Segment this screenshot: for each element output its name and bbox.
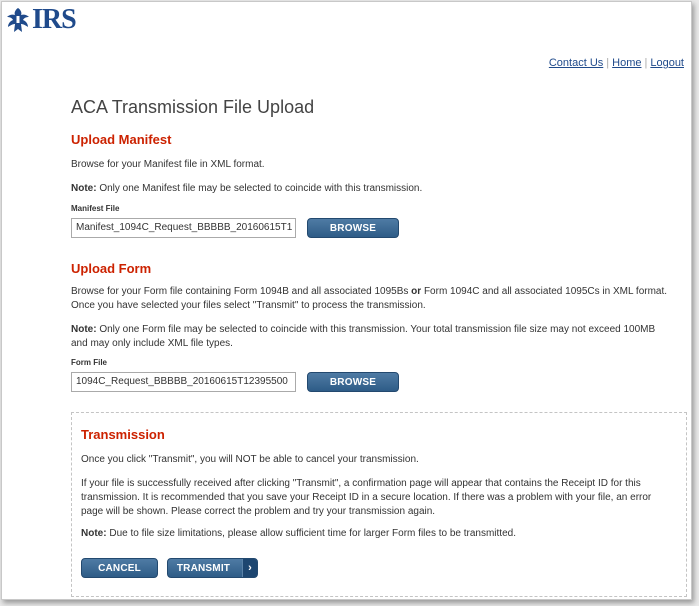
home-link[interactable]: Home xyxy=(612,57,641,69)
form-intro-part1: Browse for your Form file containing For… xyxy=(71,286,412,297)
cancel-button[interactable]: CANCEL xyxy=(81,558,158,578)
form-heading: Upload Form xyxy=(71,261,152,276)
form-file-label: Form File xyxy=(71,358,108,367)
transmission-note-text: Due to file size limitations, please all… xyxy=(106,528,516,539)
manifest-note: Note: Only one Manifest file may be sele… xyxy=(71,182,422,196)
transmission-note: Note: Due to file size limitations, plea… xyxy=(81,527,676,541)
manifest-file-label: Manifest File xyxy=(71,204,120,213)
manifest-intro: Browse for your Manifest file in XML for… xyxy=(71,159,265,170)
chevron-right-icon: › xyxy=(242,559,257,577)
contact-us-link[interactable]: Contact Us xyxy=(549,57,603,69)
irs-logo[interactable]: IRS xyxy=(5,4,77,35)
form-browse-button[interactable]: BROWSE xyxy=(307,372,399,392)
manifest-browse-button[interactable]: BROWSE xyxy=(307,218,399,238)
form-note-text: Only one Form file may be selected to co… xyxy=(71,324,656,349)
transmit-button-label: TRANSMIT xyxy=(176,562,231,574)
manifest-file-field[interactable]: Manifest_1094C_Request_BBBBB_20160615T1 xyxy=(71,218,296,238)
page-frame: IRS Contact Us | Home | Logout ACA Transmiss… xyxy=(1,1,692,600)
transmission-warning: Once you click "Transmit", you will NOT … xyxy=(81,454,419,465)
transmission-heading: Transmission xyxy=(81,427,165,442)
transmission-note-label: Note: xyxy=(81,528,107,539)
manifest-note-label: Note: xyxy=(71,183,97,194)
irs-eagle-icon xyxy=(7,8,29,32)
manifest-note-text: Only one Manifest file may be selected t… xyxy=(96,183,423,194)
form-note-label: Note: xyxy=(71,324,97,335)
top-nav: Contact Us | Home | Logout xyxy=(549,57,684,69)
nav-separator: | xyxy=(606,57,610,69)
transmission-info: If your file is successfully received af… xyxy=(81,478,652,517)
form-intro: Browse for your Form file containing For… xyxy=(71,285,671,313)
form-file-field[interactable]: 1094C_Request_BBBBB_20160615T12395500 xyxy=(71,372,296,392)
nav-separator: | xyxy=(644,57,648,69)
manifest-heading: Upload Manifest xyxy=(71,132,172,147)
form-intro-or: or xyxy=(411,286,422,297)
form-note: Note: Only one Form file may be selected… xyxy=(71,323,671,351)
transmit-button[interactable]: TRANSMIT › xyxy=(167,558,258,578)
page-title: ACA Transmission File Upload xyxy=(71,97,315,117)
logo-text: IRS xyxy=(32,4,77,35)
logout-link[interactable]: Logout xyxy=(650,57,684,69)
